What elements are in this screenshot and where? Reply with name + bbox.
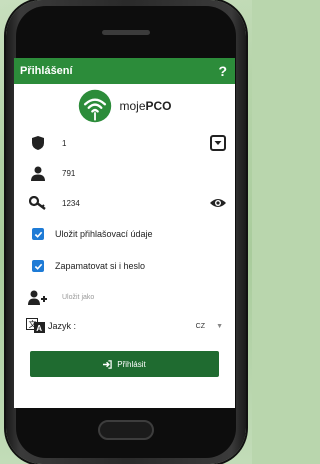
save-as-field[interactable]: Uložit jako — [14, 282, 235, 312]
logo-brand: PCO — [145, 99, 172, 113]
add-user-icon — [28, 287, 48, 307]
site-field[interactable]: 1 — [14, 128, 235, 158]
remember-password-label: Zapamatovat si i heslo — [55, 261, 146, 271]
remember-password-option[interactable]: Zapamatovat si i heslo — [14, 250, 235, 282]
help-icon[interactable]: ? — [218, 63, 227, 79]
logo: mojePCO — [14, 84, 235, 128]
language-value[interactable]: CZ — [196, 323, 205, 330]
chevron-down-icon[interactable]: ▼ — [216, 323, 223, 330]
page-title: Přihlášení — [20, 65, 73, 77]
eye-icon[interactable] — [209, 194, 227, 212]
key-icon — [28, 193, 48, 213]
user-icon — [28, 163, 48, 183]
language-selector[interactable]: 文A Jazyk : CZ ▼ — [14, 312, 235, 340]
login-icon — [103, 359, 112, 369]
username-field[interactable]: 791 — [14, 158, 235, 188]
username-value: 791 — [62, 168, 76, 178]
logo-prefix: moje — [119, 99, 146, 113]
password-field[interactable]: 1234 — [14, 188, 235, 218]
remember-password-checkbox[interactable] — [32, 260, 44, 272]
dropdown-icon[interactable] — [209, 134, 227, 152]
login-button[interactable]: Přihlásit — [30, 351, 219, 377]
translate-icon: 文A — [26, 317, 46, 335]
check-icon — [34, 231, 42, 238]
svg-text:A: A — [36, 324, 42, 333]
check-icon — [34, 263, 42, 270]
wifi-shield-logo-icon — [79, 89, 112, 123]
logo-text: mojePCO — [119, 99, 171, 113]
phone-home-button[interactable] — [98, 420, 154, 440]
save-credentials-option[interactable]: Uložit přihlašovací údaje — [14, 218, 235, 250]
shield-icon — [28, 133, 48, 153]
save-credentials-label: Uložit přihlašovací údaje — [55, 229, 153, 239]
app-screen: Přihlášení ? mojePCO 1 791 1234 Uložit p… — [14, 58, 235, 408]
login-label: Přihlásit — [117, 359, 146, 369]
password-value: 1234 — [62, 198, 80, 208]
language-label: Jazyk : — [48, 321, 77, 331]
save-credentials-checkbox[interactable] — [32, 228, 44, 240]
site-value: 1 — [62, 138, 67, 148]
phone-earpiece — [102, 30, 150, 35]
app-bar: Přihlášení ? — [14, 58, 235, 84]
save-as-placeholder: Uložit jako — [62, 293, 95, 301]
